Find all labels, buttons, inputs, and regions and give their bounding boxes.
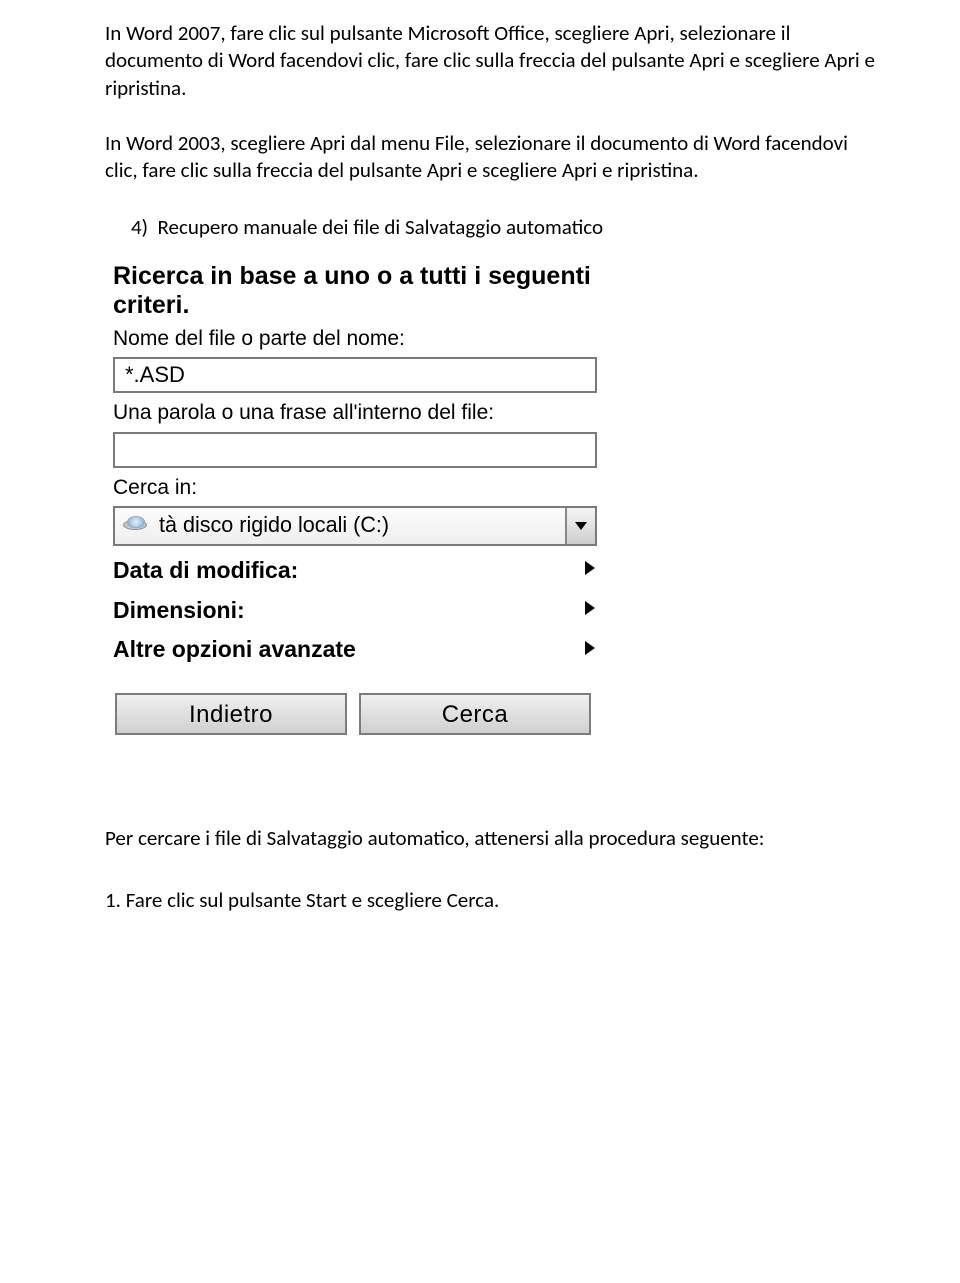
- disk-icon: [121, 516, 149, 536]
- lookin-label: Cerca in:: [113, 476, 603, 500]
- expand-row-date[interactable]: Data di modifica:: [113, 556, 597, 586]
- step-1-start-search: 1. Fare clic sul pulsante Start e scegli…: [105, 887, 875, 914]
- expand-date-label: Data di modifica:: [113, 556, 298, 586]
- search-dialog-title: Ricerca in base a uno o a tutti i seguen…: [113, 262, 603, 320]
- dropdown-arrow-icon[interactable]: [565, 508, 595, 544]
- lookin-dropdown[interactable]: tà disco rigido locali (C:): [113, 506, 597, 546]
- paragraph-word-2007: In Word 2007, fare clic sul pulsante Mic…: [105, 20, 875, 102]
- chevron-right-icon: [583, 557, 597, 584]
- filename-input-value: *.ASD: [125, 361, 185, 390]
- expand-advanced-label: Altre opzioni avanzate: [113, 635, 356, 665]
- dialog-button-row: Indietro Cerca: [115, 693, 603, 735]
- back-button[interactable]: Indietro: [115, 693, 347, 735]
- filename-input[interactable]: *.ASD: [113, 357, 597, 393]
- phrase-input[interactable]: [113, 432, 597, 468]
- chevron-right-icon: [583, 637, 597, 664]
- search-button[interactable]: Cerca: [359, 693, 591, 735]
- lookin-dropdown-value: tà disco rigido locali (C:): [159, 511, 557, 540]
- expand-row-advanced[interactable]: Altre opzioni avanzate: [113, 635, 597, 665]
- paragraph-word-2003: In Word 2003, scegliere Apri dal menu Fi…: [105, 130, 875, 185]
- phrase-label: Una parola o una frase all'interno del f…: [113, 401, 603, 425]
- expand-size-label: Dimensioni:: [113, 596, 245, 626]
- paragraph-search-procedure: Per cercare i file di Salvataggio automa…: [105, 825, 875, 852]
- expand-row-size[interactable]: Dimensioni:: [113, 596, 597, 626]
- windows-search-dialog: Ricerca in base a uno o a tutti i seguen…: [113, 262, 603, 736]
- filename-label: Nome del file o parte del nome:: [113, 327, 603, 351]
- section-heading-manual-recovery: 4) Recupero manuale dei file di Salvatag…: [105, 214, 875, 241]
- chevron-right-icon: [583, 597, 597, 624]
